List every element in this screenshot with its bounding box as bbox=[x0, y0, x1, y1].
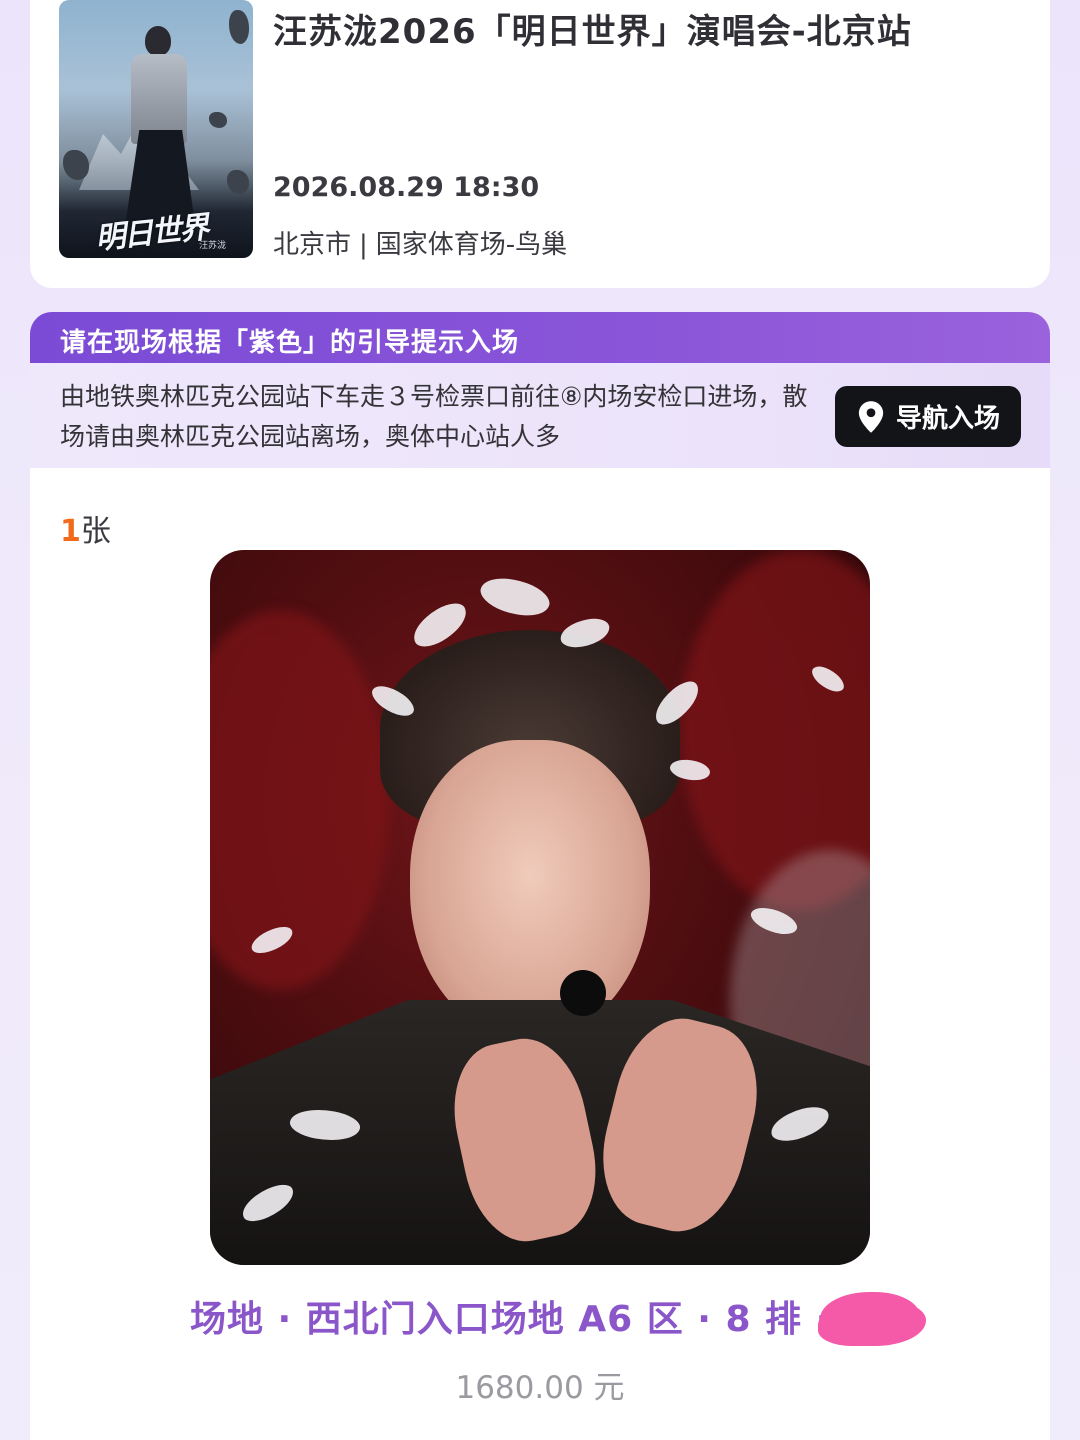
redaction-mark bbox=[820, 1292, 920, 1346]
event-location: 北京市 | 国家体育场-鸟巢 bbox=[273, 224, 567, 261]
event-card[interactable]: 明日世界 汪苏泷 汪苏泷2026「明日世界」演唱会-北京站 2026.08.29… bbox=[30, 0, 1050, 288]
navigate-entry-button[interactable]: 导航入场 bbox=[835, 386, 1021, 447]
event-city: 北京市 bbox=[273, 230, 352, 260]
navigate-entry-label: 导航入场 bbox=[895, 404, 1000, 434]
event-datetime: 2026.08.29 18:30 bbox=[273, 172, 540, 203]
ticket-count-number: 1 bbox=[60, 514, 81, 549]
event-poster-image: 明日世界 汪苏泷 bbox=[59, 0, 253, 258]
entry-guide: 请在现场根据「紫色」的引导提示入场 由地铁奥林匹克公园站下车走３号检票口前往⑧内… bbox=[30, 312, 1050, 468]
location-pin-icon bbox=[858, 400, 884, 433]
ticket-count-unit: 张 bbox=[80, 514, 111, 549]
guide-body: 由地铁奥林匹克公园站下车走３号检票口前往⑧内场安检口进场，散场请由奥林匹克公园站… bbox=[30, 363, 1050, 468]
poster-artist-text: 汪苏泷 bbox=[199, 241, 227, 251]
guide-header: 请在现场根据「紫色」的引导提示入场 bbox=[30, 312, 1050, 363]
location-separator: | bbox=[359, 230, 368, 260]
poster-title-text: 明日世界 bbox=[93, 210, 209, 257]
seat-info: 场地 · 西北门入口场地 A6 区 · 8 排 · bbox=[190, 1299, 831, 1340]
event-title: 汪苏泷2026「明日世界」演唱会-北京站 bbox=[273, 12, 912, 52]
ticket-card: 1张 场地 · 西北门入口场地 A6 区 · 8 排 · 1680.00 元 bbox=[30, 468, 1050, 1440]
ticket-count: 1张 bbox=[60, 506, 111, 550]
ticket-price: 1680.00 元 bbox=[455, 1370, 625, 1406]
event-venue: 国家体育场-鸟巢 bbox=[375, 230, 568, 260]
ticket-photo bbox=[210, 550, 870, 1265]
guide-text: 由地铁奥林匹克公园站下车走３号检票口前往⑧内场安检口进场，散场请由奥林匹克公园站… bbox=[60, 382, 808, 451]
